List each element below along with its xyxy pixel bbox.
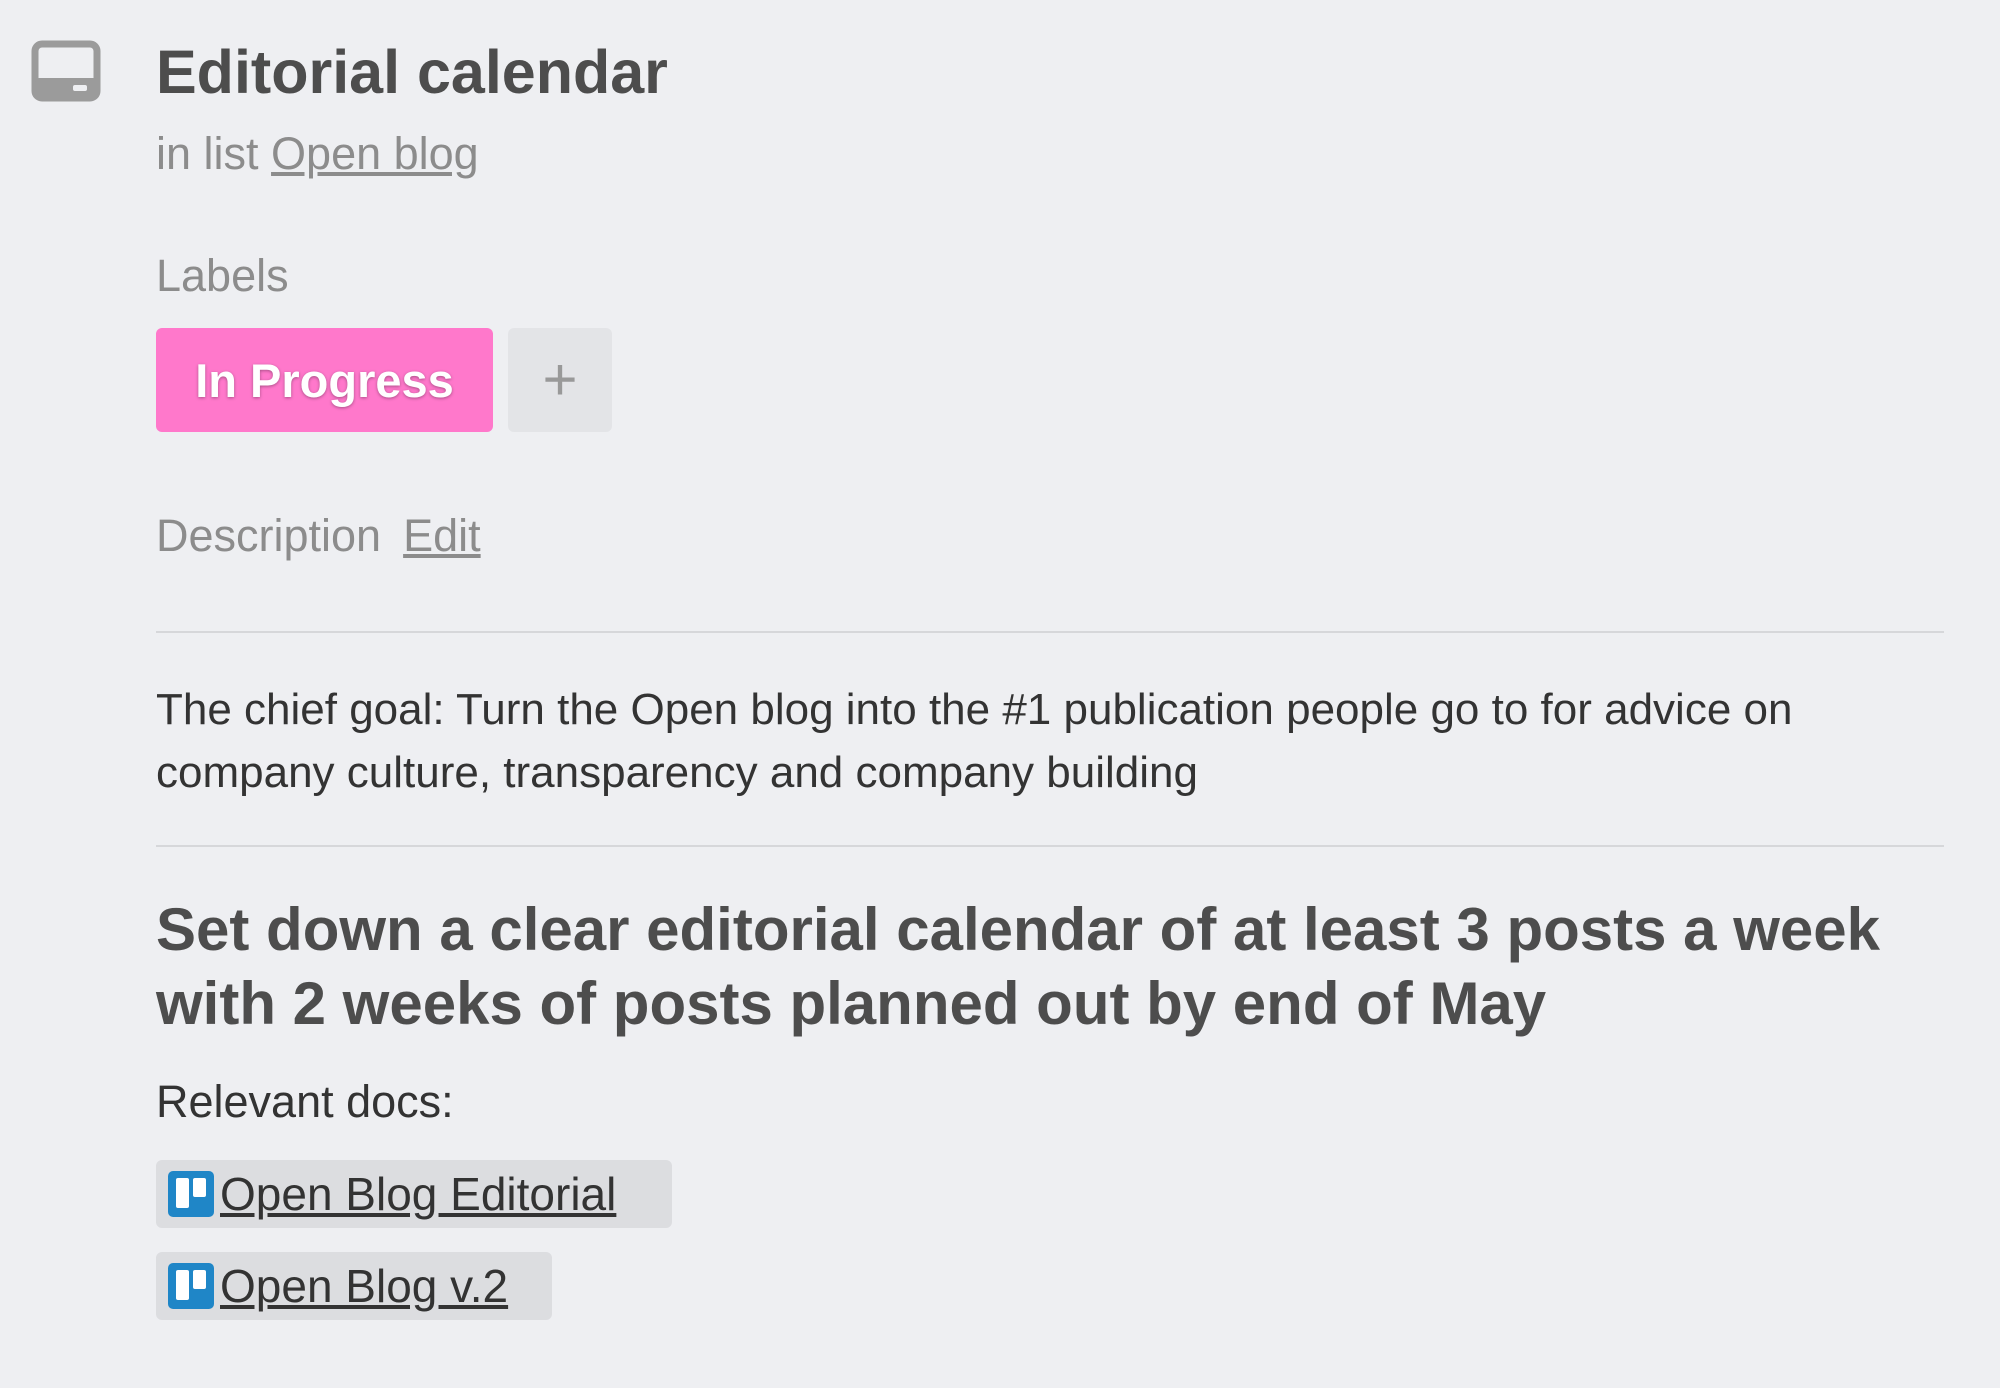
- in-list-prefix: in list: [156, 128, 259, 179]
- plus-icon: +: [542, 346, 578, 413]
- card-detail: Editorial calendar in list Open blog Lab…: [0, 0, 2000, 1388]
- doc-link-title[interactable]: Open Blog Editorial: [220, 1166, 616, 1222]
- card-title[interactable]: Editorial calendar: [156, 36, 668, 108]
- goal-heading: Set down a clear editorial calendar of a…: [156, 896, 1880, 1037]
- add-label-button[interactable]: +: [508, 328, 612, 432]
- divider: [156, 631, 1944, 633]
- trello-board-icon: [168, 1171, 214, 1217]
- trello-board-icon: [168, 1263, 214, 1309]
- doc-link-open-blog-editorial[interactable]: Open Blog Editorial: [156, 1160, 672, 1228]
- card-icon: [31, 40, 101, 102]
- description-text: The chief goal: Turn the Open blog into …: [156, 685, 1793, 797]
- labels-heading: Labels: [156, 250, 289, 301]
- in-list-line: in list Open blog: [156, 126, 479, 182]
- list-link[interactable]: Open blog: [271, 128, 479, 179]
- relevant-docs-label: Relevant docs:: [156, 1076, 454, 1127]
- doc-link-open-blog-v2[interactable]: Open Blog v.2: [156, 1252, 552, 1320]
- description-heading-row: Description Edit: [156, 508, 481, 564]
- doc-link-title[interactable]: Open Blog v.2: [220, 1258, 508, 1314]
- divider: [156, 845, 1944, 847]
- description-heading: Description: [156, 510, 382, 561]
- label-in-progress[interactable]: In Progress: [156, 328, 493, 432]
- edit-description-link[interactable]: Edit: [403, 510, 481, 561]
